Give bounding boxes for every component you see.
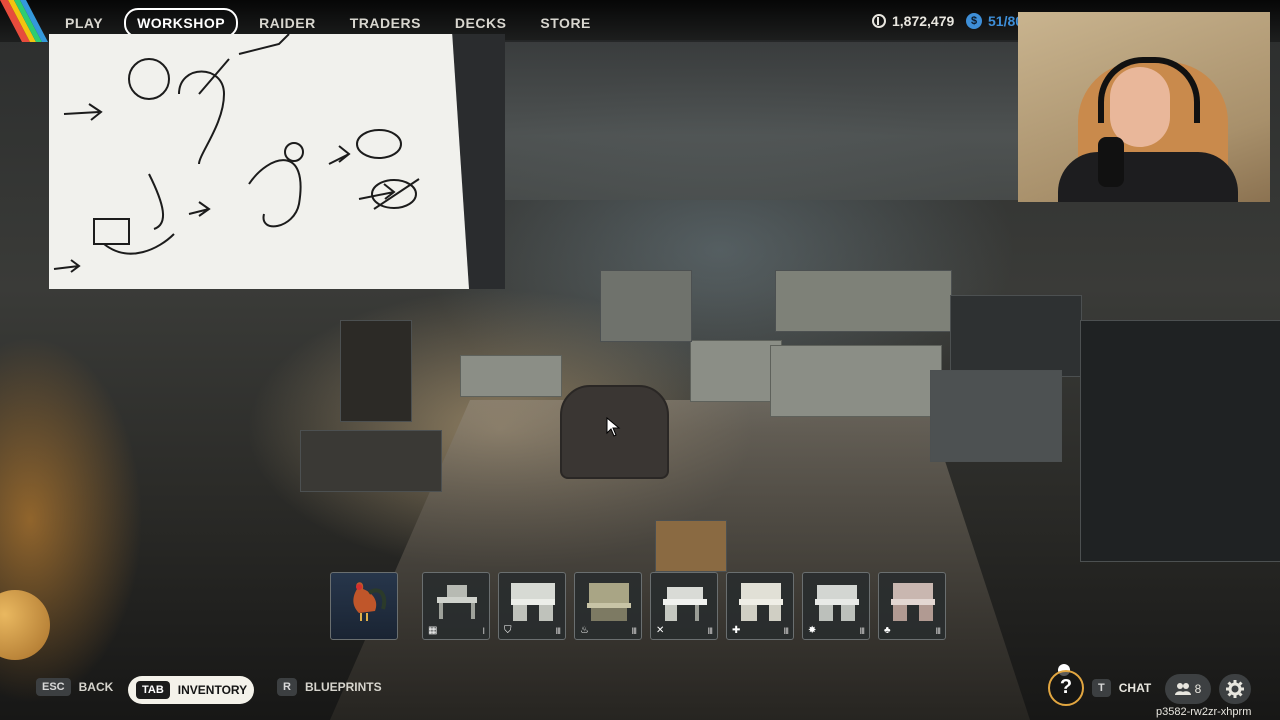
t-key: T <box>1092 679 1111 697</box>
rooster-icon <box>353 582 387 621</box>
back-label: BACK <box>78 680 114 694</box>
workbench-icon <box>663 587 707 621</box>
hotbar-slot-workbench-5[interactable]: ✚ III <box>726 572 794 640</box>
slot-level: III <box>555 626 560 636</box>
workbench-icon <box>891 583 935 621</box>
friends-count: 8 <box>1194 682 1202 696</box>
machine-cabinet <box>600 270 692 342</box>
plant-icon: ♣ <box>884 625 891 636</box>
desk-right <box>770 345 942 417</box>
shield-icon: ⛉ <box>504 625 512 636</box>
slot-level: III <box>935 626 940 636</box>
hotbar-slot-workbench-1[interactable]: ▦ I <box>422 572 490 640</box>
slot-level: III <box>631 626 636 636</box>
help-button[interactable]: ? <box>1048 670 1084 706</box>
friends-icon <box>1174 683 1191 695</box>
ceiling <box>500 40 1020 200</box>
hotbar-slot-workbench-6[interactable]: ✸ III <box>802 572 870 640</box>
bench-icon: ▦ <box>428 625 438 636</box>
credit-icon: $ <box>966 13 982 29</box>
r-key: R <box>277 678 297 696</box>
chat-label: CHAT <box>1118 681 1152 695</box>
gear-icon <box>1226 680 1244 698</box>
bottom-bar: ESC BACK TAB INVENTORY R BLUEPRINTS <box>0 670 1280 720</box>
table-left <box>300 430 442 492</box>
sketch-overlay <box>49 34 505 289</box>
hotbar-slot-rooster[interactable] <box>330 572 398 640</box>
mouse-cursor-icon <box>606 417 621 437</box>
hotbar-slot-workbench-3[interactable]: ♨ III <box>574 572 642 640</box>
explosive-icon: ✸ <box>808 625 817 636</box>
slot-level: I <box>482 626 484 636</box>
workbench-icon <box>815 585 859 621</box>
crate <box>655 520 727 572</box>
chat-hint[interactable]: T CHAT <box>1092 679 1151 697</box>
session-id: p3582-rw2zr-xhprm <box>1156 706 1252 718</box>
machine-shelf <box>775 270 952 332</box>
slot-level: III <box>707 626 712 636</box>
tab-key: TAB <box>136 681 170 699</box>
slot-level: III <box>859 626 864 636</box>
sketch-drawing <box>53 34 420 273</box>
coin-balance: 1,872,479 <box>872 13 954 29</box>
hotbar-slot-workbench-4[interactable]: ✕ III <box>650 572 718 640</box>
coin-icon <box>872 14 886 28</box>
friends-button[interactable]: 8 <box>1165 674 1211 704</box>
blueprints-label: BLUEPRINTS <box>304 680 382 694</box>
machine-generator <box>930 370 1062 462</box>
machine-console <box>950 295 1082 377</box>
workbench-icon <box>437 585 477 619</box>
microphone-icon <box>1098 137 1124 187</box>
workbench-icon <box>511 583 555 621</box>
inventory-label: INVENTORY <box>177 683 248 697</box>
workshop-hotbar: ▦ I ⛉ III ♨ III ✕ III ✚ III ✸ III ♣ III <box>330 572 946 640</box>
hotbar-slot-workbench-2[interactable]: ⛉ III <box>498 572 566 640</box>
webcam-overlay <box>1018 12 1270 202</box>
machine-rack <box>1080 320 1280 562</box>
blueprints-hint[interactable]: R BLUEPRINTS <box>277 678 382 696</box>
rainbow-stripes-icon <box>0 0 48 42</box>
hotbar-slot-workbench-7[interactable]: ♣ III <box>878 572 946 640</box>
slot-level: III <box>783 626 788 636</box>
streamer-body <box>1058 152 1238 202</box>
flame-icon: ♨ <box>580 625 589 636</box>
coin-amount: 1,872,479 <box>892 13 955 29</box>
shelf-left <box>340 320 412 422</box>
back-hint[interactable]: ESC BACK <box>36 678 113 696</box>
esc-key: ESC <box>36 678 71 696</box>
desk-center <box>690 340 782 402</box>
inventory-button[interactable]: TAB INVENTORY <box>128 676 254 704</box>
medkit-icon: ✚ <box>732 625 741 636</box>
credit-balance: $ 51/80 <box>966 13 1023 29</box>
nav-store[interactable]: STORE <box>527 8 603 38</box>
desk-left <box>460 355 562 397</box>
workbench-icon <box>587 583 631 621</box>
settings-button[interactable] <box>1219 674 1251 704</box>
workbench-icon <box>739 583 783 621</box>
crossed-tools-icon: ✕ <box>656 625 665 636</box>
globe <box>0 590 50 660</box>
